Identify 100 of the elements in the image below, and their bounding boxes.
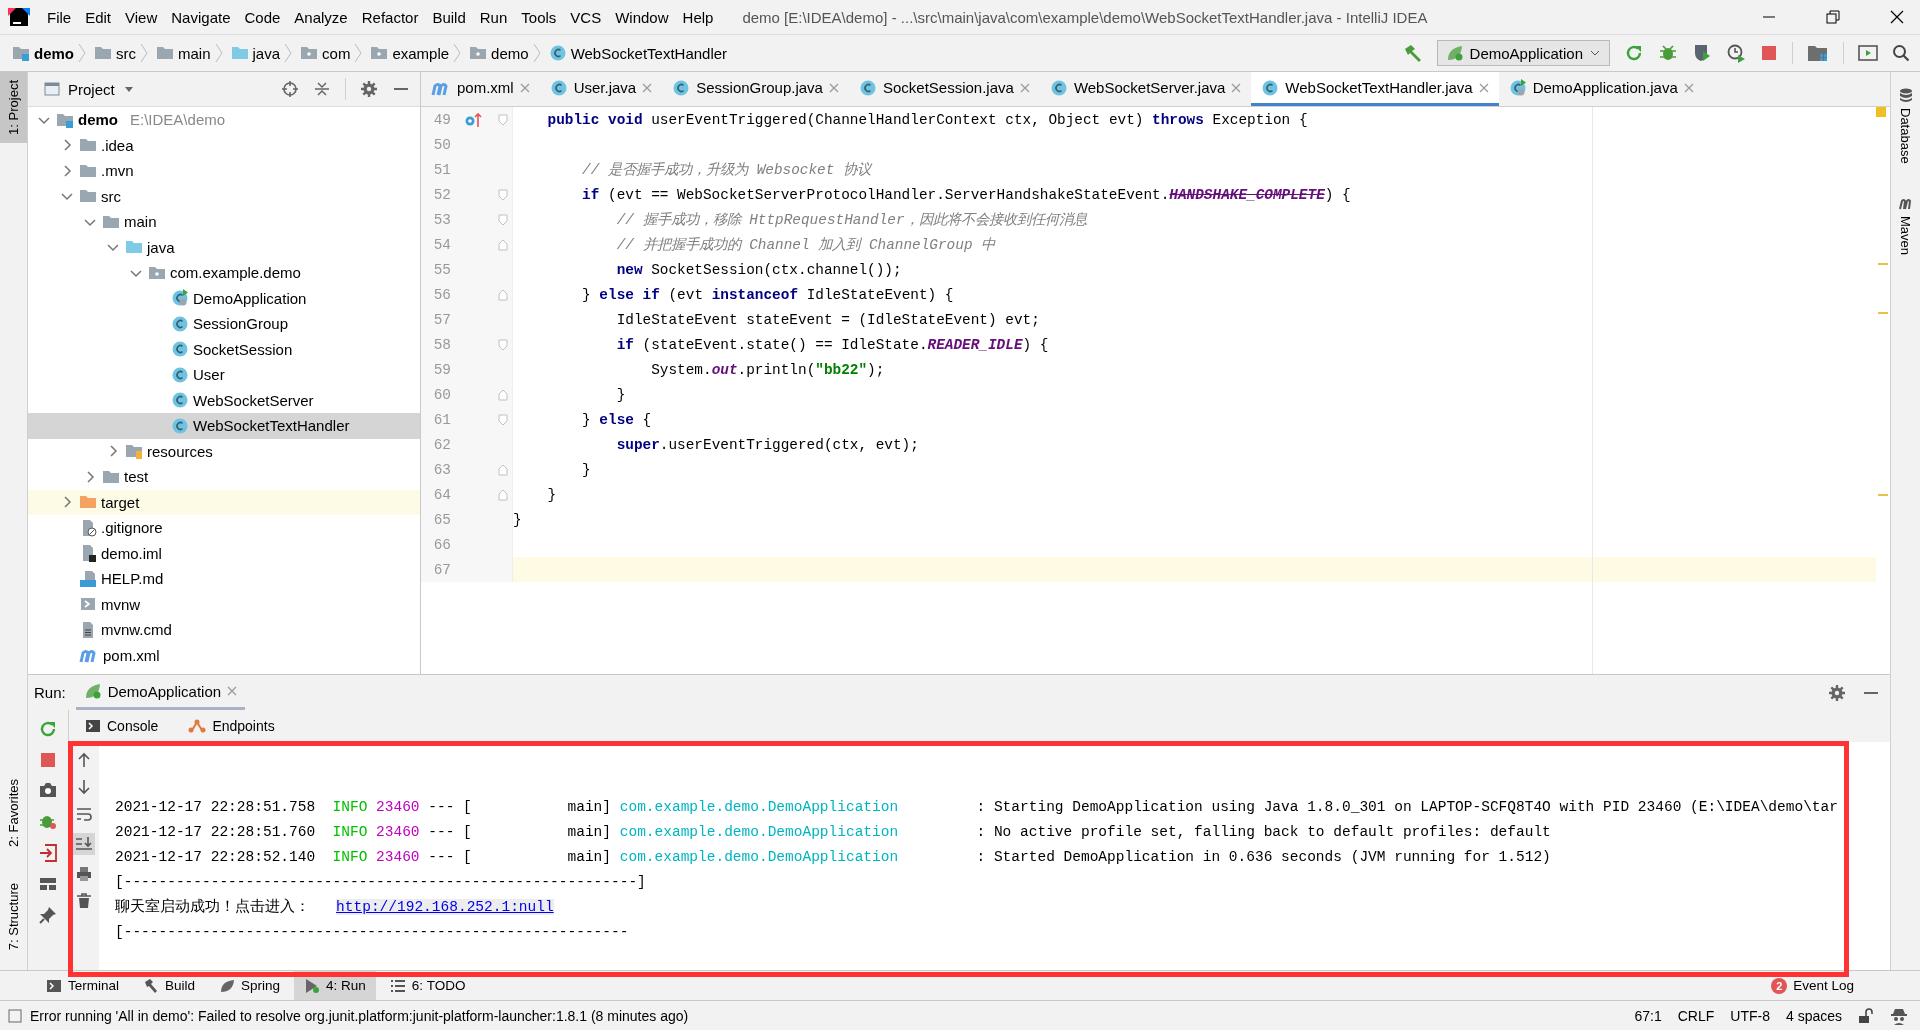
tree-item[interactable]: src — [28, 183, 420, 209]
run-tab[interactable]: DemoApplication — [75, 675, 246, 711]
arrow-up-icon[interactable] — [76, 752, 92, 769]
tree-item[interactable]: .idea — [28, 132, 420, 158]
side-tool-tab[interactable]: 7: Structure — [0, 874, 27, 958]
breadcrumb[interactable]: com — [298, 44, 353, 62]
breadcrumb[interactable]: WebSocketTextHandler — [546, 44, 730, 62]
run-config-dropdown[interactable]: DemoApplication — [1436, 40, 1610, 66]
trash-icon[interactable] — [76, 893, 92, 910]
menu-item[interactable]: Navigate — [164, 8, 238, 26]
menu-item[interactable]: Analyze — [287, 8, 355, 26]
tool-window-button[interactable]: Spring — [209, 971, 291, 1000]
menu-item[interactable]: Window — [608, 8, 676, 26]
tree-item[interactable]: HELP.md — [28, 566, 420, 592]
breadcrumb[interactable]: main — [154, 44, 213, 62]
menu-item[interactable]: VCS — [563, 8, 609, 26]
status-item[interactable]: 67:1 — [1634, 1007, 1662, 1024]
status-item[interactable]: UTF-8 — [1730, 1007, 1770, 1024]
tree-item[interactable]: resources — [28, 438, 420, 464]
profiler-icon[interactable] — [1726, 43, 1746, 63]
collapse-all-icon[interactable] — [313, 80, 331, 98]
settings-icon[interactable] — [1828, 683, 1846, 702]
console-tab[interactable]: Console — [79, 717, 165, 736]
editor-tab[interactable]: WebSocketTextHandler.java — [1251, 72, 1499, 106]
tree-item[interactable]: .mvn — [28, 158, 420, 184]
tree-item[interactable]: SessionGroup — [28, 311, 420, 337]
tree-item[interactable]: .gitignore — [28, 515, 420, 541]
breadcrumb[interactable]: demo — [467, 44, 531, 62]
tree-item[interactable]: target — [28, 489, 420, 515]
inspector-icon[interactable] — [1890, 1006, 1908, 1025]
tool-window-button[interactable]: Build — [133, 971, 206, 1000]
editor-tab[interactable]: SocketSession.java — [848, 72, 1040, 106]
side-tool-tab[interactable]: Maven — [1894, 191, 1917, 259]
tree-item[interactable]: demo.iml — [28, 540, 420, 566]
print-icon[interactable] — [76, 866, 92, 883]
close-icon[interactable] — [1890, 10, 1904, 24]
tree-item[interactable]: test — [28, 464, 420, 490]
menu-item[interactable]: Tools — [514, 8, 564, 26]
tree-item[interactable]: User — [28, 362, 420, 388]
menu-item[interactable]: File — [40, 8, 79, 26]
exit-icon[interactable] — [39, 844, 57, 863]
stop-icon[interactable] — [1760, 44, 1778, 62]
status-item[interactable]: CRLF — [1677, 1007, 1715, 1024]
scroll-to-end-icon[interactable] — [73, 833, 95, 856]
coverage-icon[interactable] — [1692, 43, 1712, 63]
tool-window-button[interactable]: Terminal — [36, 971, 129, 1000]
breadcrumb[interactable]: java — [228, 44, 283, 62]
run-anything-icon[interactable] — [1858, 44, 1878, 62]
lock-icon[interactable] — [1858, 1007, 1874, 1024]
tree-item[interactable]: WebSocketServer — [28, 387, 420, 413]
layout-icon[interactable] — [39, 876, 57, 893]
menu-item[interactable]: Edit — [78, 8, 119, 26]
menu-item[interactable]: Build — [425, 8, 473, 26]
hammer-icon[interactable] — [1402, 43, 1423, 63]
editor-tab[interactable]: WebSocketServer.java — [1039, 72, 1252, 106]
menu-item[interactable]: Run — [472, 8, 515, 26]
breadcrumb[interactable]: demo — [10, 44, 76, 62]
locate-icon[interactable] — [281, 80, 299, 98]
checkbox-icon[interactable] — [8, 1008, 22, 1023]
side-tool-tab[interactable]: 2: Favorites — [0, 770, 27, 855]
soft-wrap-icon[interactable] — [76, 806, 92, 823]
breadcrumb[interactable]: example — [368, 44, 452, 62]
restore-icon[interactable] — [1826, 10, 1840, 24]
menu-item[interactable]: Code — [237, 8, 288, 26]
tree-item[interactable]: mvnw.cmd — [28, 617, 420, 643]
menu-item[interactable]: Refactor — [354, 8, 426, 26]
search-icon[interactable] — [1892, 44, 1910, 62]
menu-item[interactable]: Help — [675, 8, 721, 26]
editor-tab[interactable]: DemoApplication.java — [1498, 72, 1704, 106]
stop-icon[interactable] — [40, 752, 56, 769]
editor-tab[interactable]: SessionGroup.java — [662, 72, 849, 106]
editor-tab[interactable]: User.java — [539, 72, 663, 106]
tree-item[interactable]: com.example.demo — [28, 260, 420, 286]
tree-item[interactable]: java — [28, 234, 420, 260]
side-tool-tab[interactable]: Database — [1894, 84, 1917, 168]
settings-icon[interactable] — [360, 80, 378, 98]
project-view-dropdown[interactable]: Project — [38, 79, 141, 99]
console-link[interactable]: http://192.168.252.1:null — [336, 899, 554, 916]
breadcrumb[interactable]: src — [92, 44, 138, 62]
pin-icon[interactable] — [39, 906, 57, 925]
rerun-icon[interactable] — [1624, 43, 1644, 63]
side-tool-tab[interactable]: 1: Project — [0, 72, 27, 143]
tool-window-button[interactable]: 6: TODO — [379, 971, 476, 1000]
rerun-icon[interactable] — [39, 720, 57, 739]
tree-item[interactable]: main — [28, 209, 420, 235]
tree-item[interactable]: SocketSession — [28, 336, 420, 362]
camera-icon[interactable] — [39, 782, 57, 799]
menu-item[interactable]: View — [118, 8, 165, 26]
bug-icon[interactable] — [1658, 43, 1678, 63]
arrow-down-icon[interactable] — [76, 779, 92, 796]
tree-item[interactable]: DemoApplication — [28, 285, 420, 311]
tree-item[interactable]: pom.xml — [28, 642, 420, 668]
tree-item[interactable]: demo E:\IDEA\demo — [28, 107, 420, 133]
editor-tab[interactable]: pom.xml — [421, 72, 540, 106]
tree-item[interactable]: mvnw — [28, 591, 420, 617]
event-log-button[interactable]: 2 Event Log — [1765, 976, 1860, 995]
status-item[interactable]: 4 spaces — [1785, 1007, 1842, 1024]
tree-item[interactable]: WebSocketTextHandler — [28, 413, 420, 439]
console-tab[interactable]: Endpoints — [182, 717, 281, 736]
project-structure-icon[interactable] — [1807, 43, 1829, 63]
